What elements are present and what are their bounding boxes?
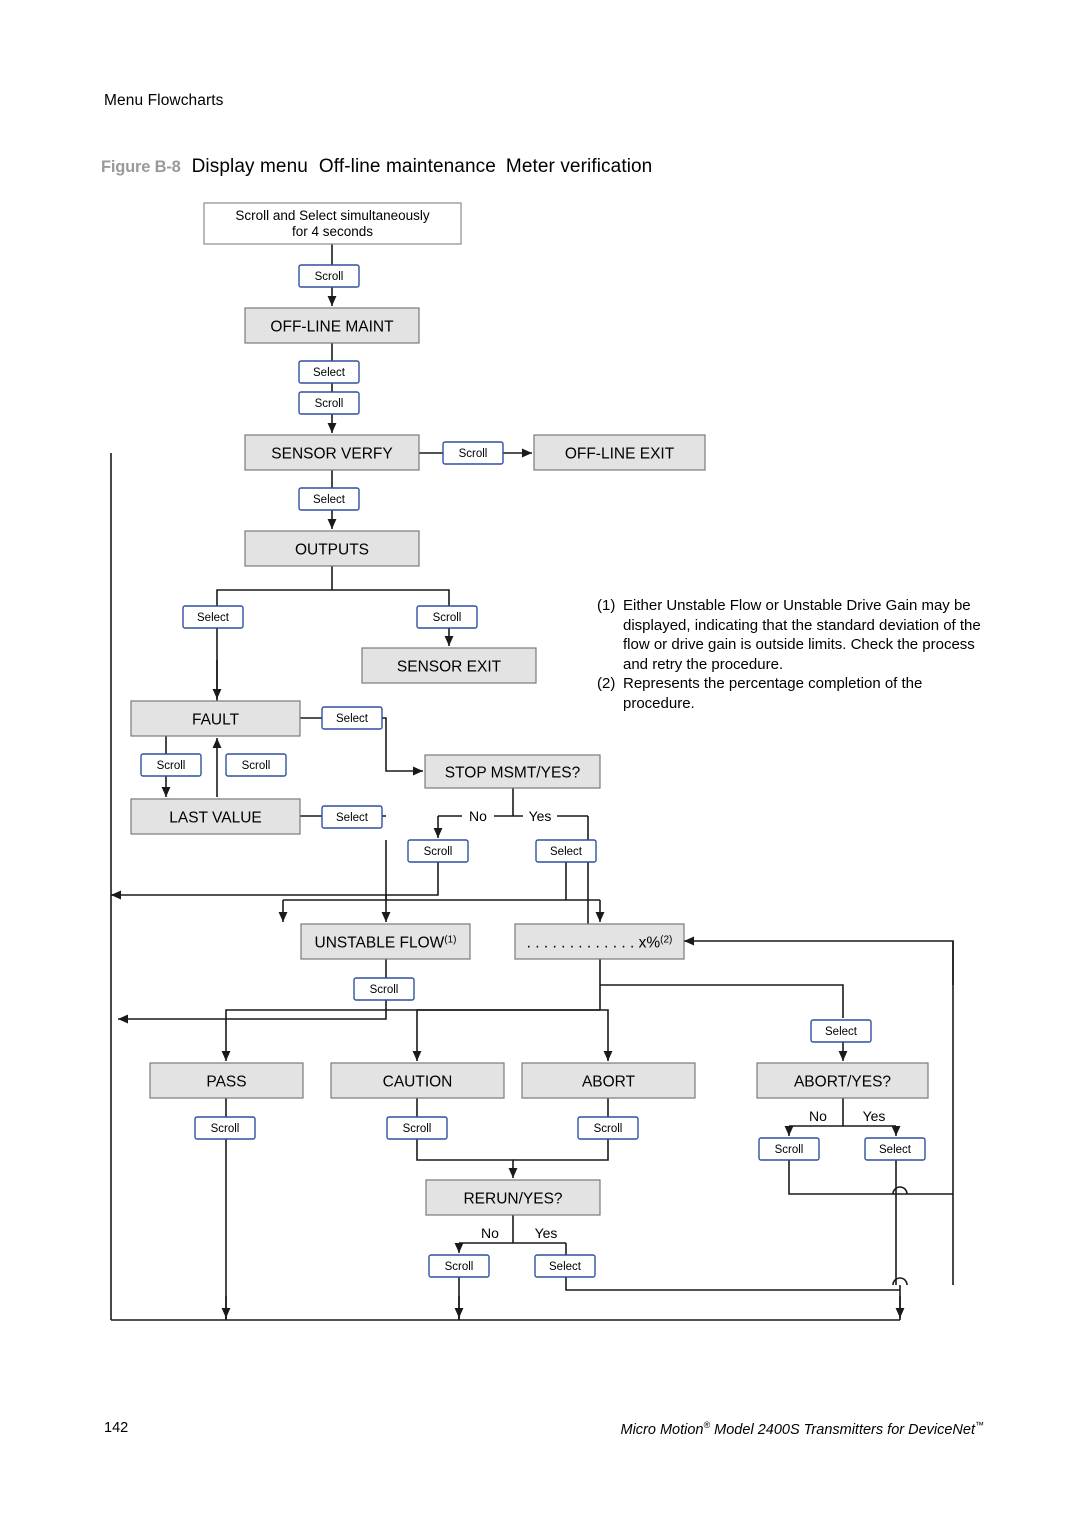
key-label-scroll: Scroll: [386, 1116, 448, 1140]
key-label-select: Select: [321, 706, 383, 730]
flow-node-fault: FAULT: [130, 700, 301, 737]
key-label-text: Scroll: [433, 612, 462, 624]
key-label-text: Select: [879, 1144, 912, 1156]
branch-label-no: No: [809, 1108, 827, 1124]
key-label-text: Select: [336, 713, 369, 725]
key-label-scroll: Scroll: [298, 264, 360, 288]
key-label-text: Select: [825, 1026, 858, 1038]
flow-node-progress: . . . . . . . . . . . . . x%(2): [514, 923, 685, 960]
flow-node-unstable_flow: UNSTABLE FLOW(1): [300, 923, 471, 960]
flow-node-caution: CAUTION: [330, 1062, 505, 1099]
flow-node-label: OFF-LINE EXIT: [565, 446, 675, 463]
key-label-text: Scroll: [315, 398, 344, 410]
flow-node-label: Scroll and Select simultaneously: [235, 208, 430, 223]
key-label-select: Select: [864, 1137, 926, 1161]
key-label-text: Scroll: [211, 1123, 240, 1135]
key-label-text: Scroll: [594, 1123, 623, 1135]
note-marker: (2): [597, 675, 616, 693]
flow-node-label: OFF-LINE MAINT: [270, 319, 394, 336]
key-label-text: Scroll: [157, 760, 186, 772]
flow-node-label: SENSOR VERFY: [271, 446, 392, 463]
note-item: (2) Represents the percentage completion…: [597, 674, 989, 713]
key-label-scroll: Scroll: [407, 839, 469, 863]
key-label-select: Select: [298, 360, 360, 384]
footer-document-title: Micro Motion® Model 2400S Transmitters f…: [621, 1420, 985, 1438]
flowchart-diagram: Scroll and Select simultaneouslyfor 4 se…: [110, 202, 954, 1321]
key-label-text: Scroll: [315, 271, 344, 283]
flow-node-abort: ABORT: [521, 1062, 696, 1099]
key-label-scroll: Scroll: [225, 753, 287, 777]
flow-node-abort_yes: ABORT/YES?: [756, 1062, 929, 1099]
key-label-scroll: Scroll: [353, 977, 415, 1001]
flow-node-stop_msmt: STOP MSMT/YES?: [424, 754, 601, 789]
flow-node-label: UNSTABLE FLOW(1): [315, 934, 457, 952]
flow-node-outputs: OUTPUTS: [244, 530, 420, 567]
key-label-text: Scroll: [403, 1123, 432, 1135]
flow-node-label: ABORT: [582, 1074, 636, 1091]
key-label-text: Scroll: [370, 984, 399, 996]
flow-node-offline_exit: OFF-LINE EXIT: [533, 434, 706, 471]
key-label-select: Select: [810, 1019, 872, 1043]
key-label-scroll: Scroll: [442, 441, 504, 465]
branch-label-no: No: [481, 1225, 499, 1241]
trademark-icon: ™: [975, 1420, 984, 1430]
key-label-text: Select: [549, 1261, 582, 1273]
footer-page-number: 142: [104, 1420, 129, 1436]
flow-node-sensor_verfy: SENSOR VERFY: [244, 434, 420, 471]
key-label-scroll: Scroll: [758, 1137, 820, 1161]
key-label-scroll: Scroll: [416, 605, 478, 629]
flow-node-label: PASS: [206, 1074, 246, 1091]
key-label-select: Select: [182, 605, 244, 629]
key-label-text: Scroll: [445, 1261, 474, 1273]
key-label-text: Select: [313, 367, 346, 379]
footer-meta-mid: Model 2400S Transmitters for DeviceNet: [710, 1421, 975, 1438]
key-label-text: Select: [336, 812, 369, 824]
key-label-text: Scroll: [775, 1144, 804, 1156]
note-marker: (1): [597, 597, 616, 614]
key-label-select: Select: [535, 839, 597, 863]
flow-node-label: CAUTION: [383, 1074, 453, 1091]
key-label-text: Scroll: [424, 846, 453, 858]
branch-label-yes: Yes: [535, 1225, 558, 1241]
flow-node-label: STOP MSMT/YES?: [445, 765, 581, 782]
flow-node-label: SENSOR EXIT: [397, 659, 502, 676]
branch-label-yes: Yes: [863, 1108, 886, 1124]
flow-node-label: for 4 seconds: [292, 224, 373, 239]
flow-node-label: OUTPUTS: [295, 542, 369, 559]
key-label-scroll: Scroll: [140, 753, 202, 777]
flow-node-last_value: LAST VALUE: [130, 798, 301, 835]
key-label-select: Select: [321, 805, 383, 829]
key-label-text: Select: [313, 494, 346, 506]
note-text: Either Unstable Flow or Unstable Drive G…: [623, 597, 981, 673]
branch-label-yes: Yes: [529, 808, 552, 824]
key-label-select: Select: [298, 487, 360, 511]
manual-page: Menu Flowcharts Figure B-8 Display menu Of…: [0, 0, 1080, 1527]
flow-node-sensor_exit: SENSOR EXIT: [361, 647, 537, 684]
flow-node-label: LAST VALUE: [169, 810, 261, 827]
key-label-text: Select: [197, 612, 230, 624]
key-label-text: Scroll: [459, 448, 488, 460]
branch-label-no: No: [469, 808, 487, 824]
flow-node-label: . . . . . . . . . . . . . x%(2): [527, 934, 673, 952]
flow-node-pass: PASS: [149, 1062, 304, 1099]
key-label-scroll: Scroll: [194, 1116, 256, 1140]
flow-node-offline_maint: OFF-LINE MAINT: [244, 307, 420, 344]
key-label-text: Scroll: [242, 760, 271, 772]
key-label-scroll: Scroll: [577, 1116, 639, 1140]
flow-node-label: ABORT/YES?: [794, 1074, 891, 1091]
key-label-text: Select: [550, 846, 583, 858]
figure-notes: (1) Either Unstable Flow or Unstable Dri…: [597, 596, 989, 714]
flow-node-label: FAULT: [192, 712, 240, 729]
flow-node-label: RERUN/YES?: [463, 1191, 562, 1208]
note-item: (1) Either Unstable Flow or Unstable Dri…: [597, 596, 989, 674]
key-label-scroll: Scroll: [298, 391, 360, 415]
note-text: Represents the percentage completion of …: [623, 675, 923, 712]
flow-node-start: Scroll and Select simultaneouslyfor 4 se…: [203, 202, 462, 245]
footer-meta-pre: Micro Motion: [620, 1421, 704, 1438]
key-label-scroll: Scroll: [428, 1254, 490, 1278]
flow-node-rerun_yes: RERUN/YES?: [425, 1179, 601, 1216]
key-label-select: Select: [534, 1254, 596, 1278]
